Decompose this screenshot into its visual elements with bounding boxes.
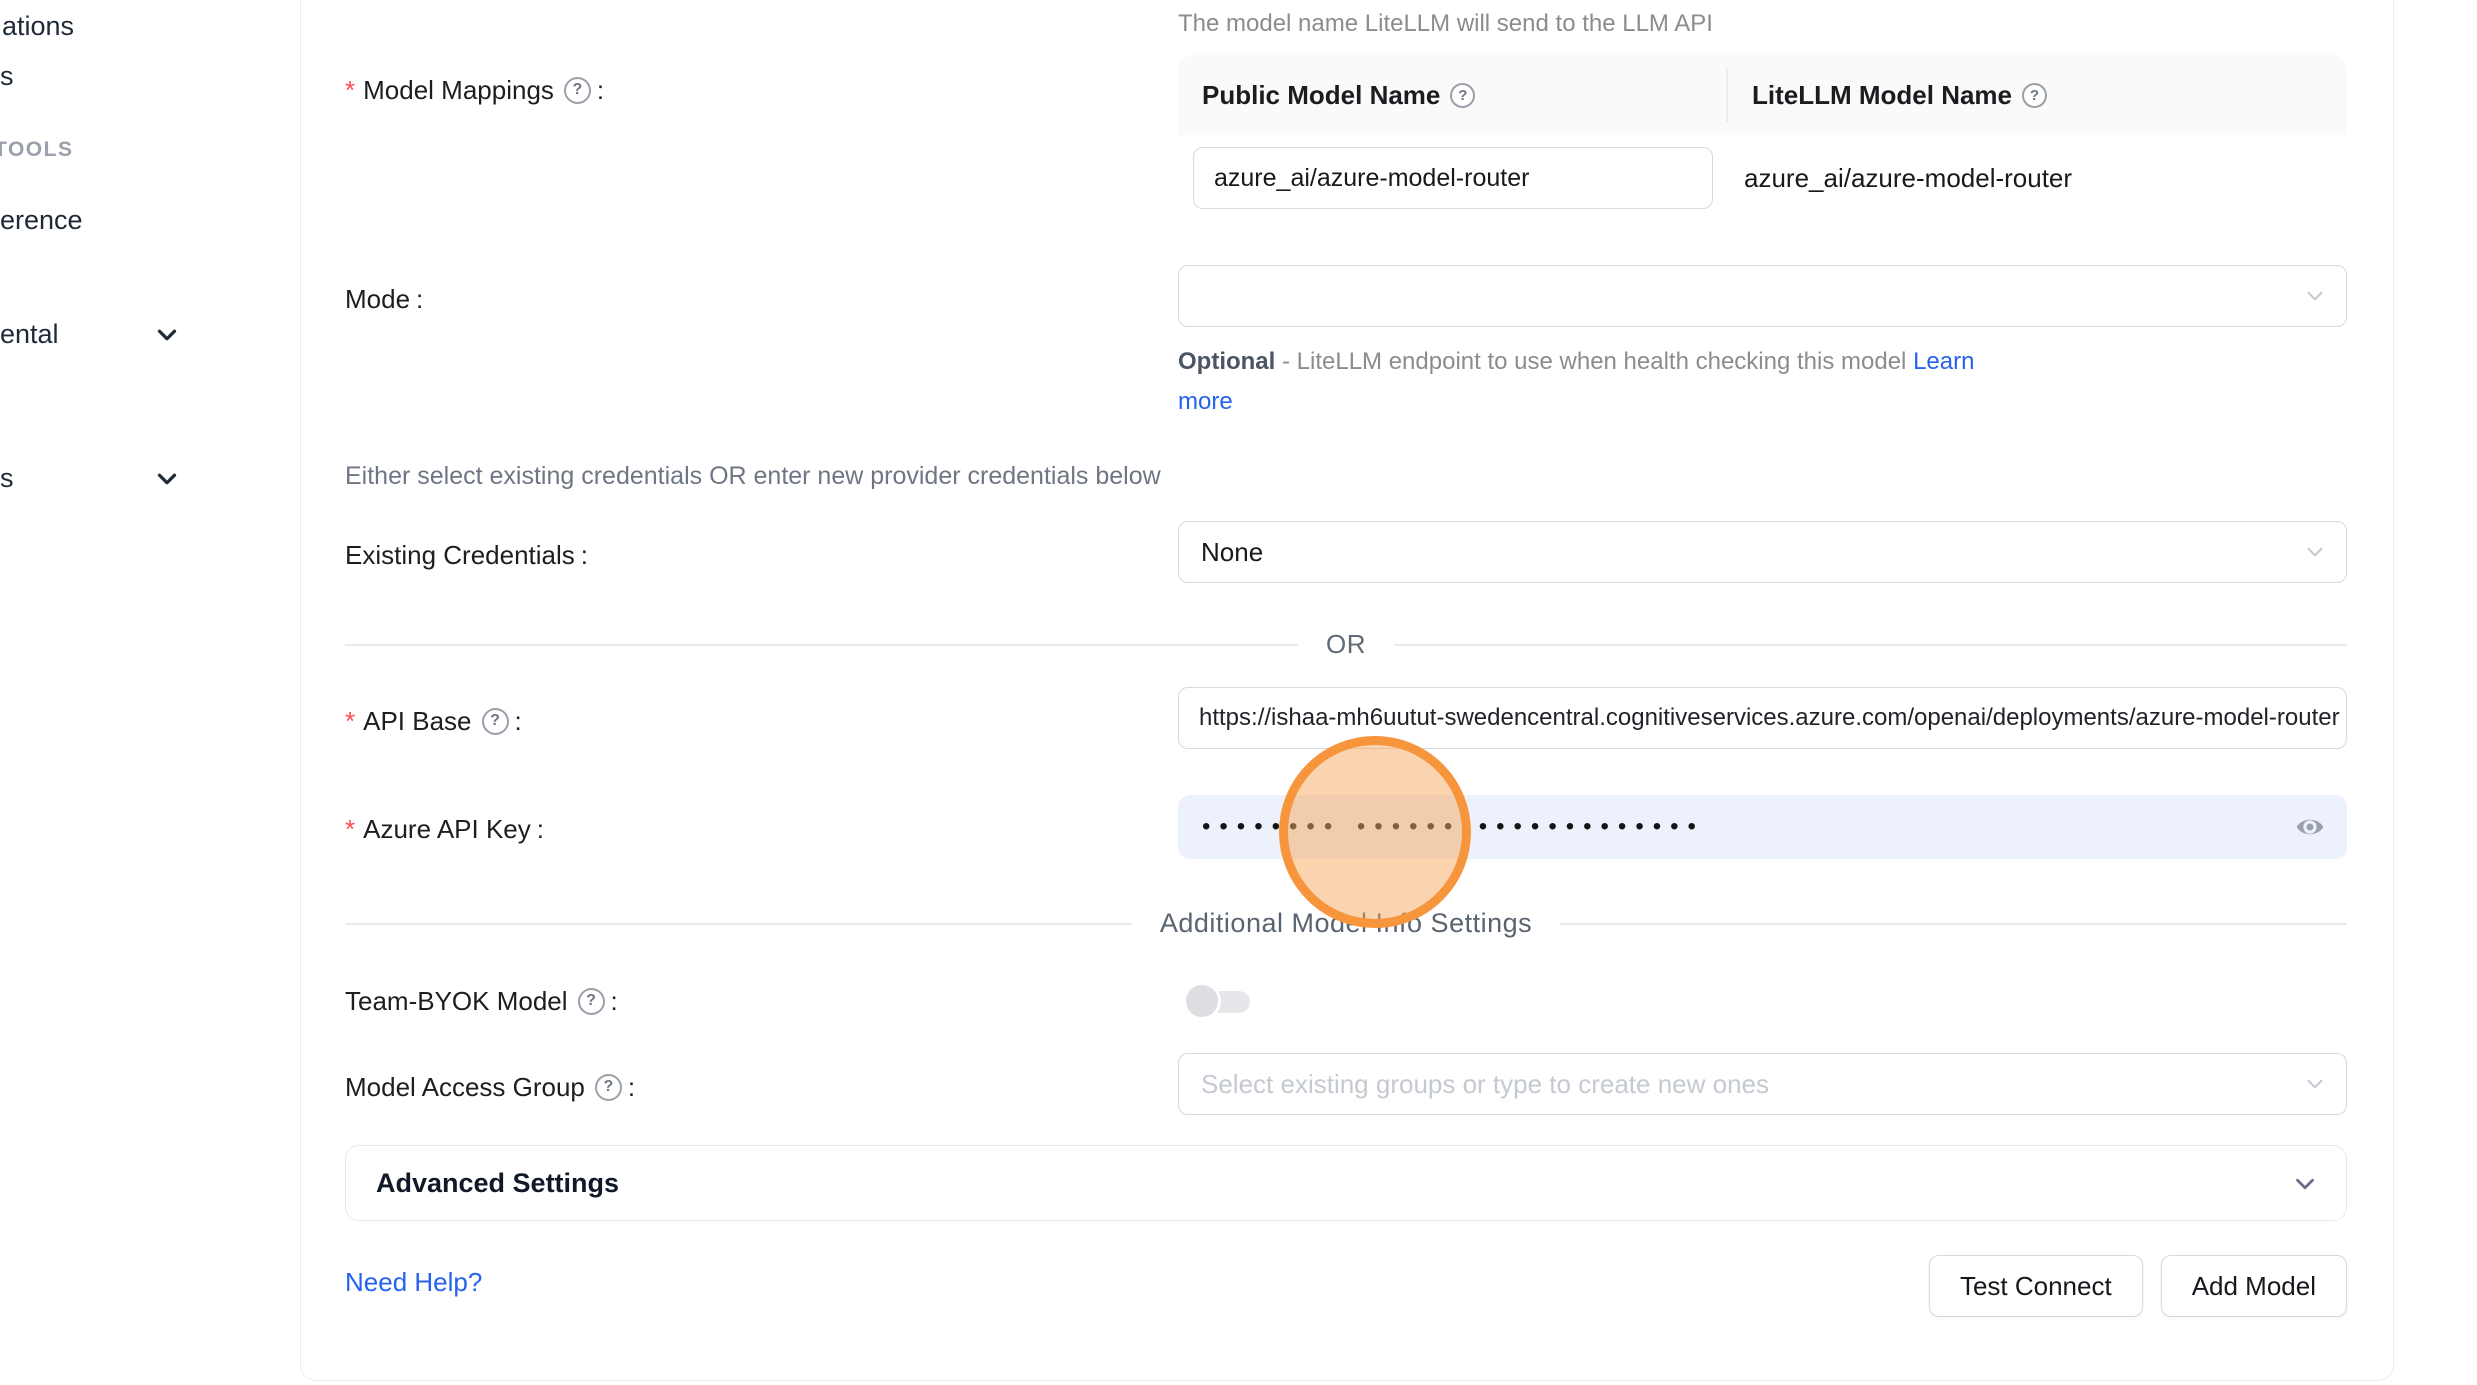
sidebar-item-label: ental [0, 319, 59, 349]
mode-optional-hint: Optional - LiteLLM endpoint to use when … [1178, 342, 1988, 422]
required-asterisk: * [345, 811, 355, 847]
eye-icon[interactable] [2291, 811, 2329, 848]
model-mappings-table: Public Model Name ? LiteLLM Model Name ?… [1178, 55, 2347, 282]
chevron-down-icon [2302, 1071, 2328, 1102]
select-placeholder: Select existing groups or type to create… [1201, 1054, 1769, 1114]
api-base-input[interactable]: https://ishaa-mh6uutut-swedencentral.cog… [1178, 687, 2347, 749]
table-row: azure_ai/azure-model-router [1178, 135, 2347, 282]
model-access-group-select[interactable]: Select existing groups or type to create… [1178, 1053, 2347, 1115]
chevron-down-icon [152, 320, 182, 359]
sidebar-section-label: TOOLS [0, 138, 73, 161]
chevron-down-icon [2302, 283, 2328, 314]
model-mappings-label-text: Model Mappings [363, 72, 554, 108]
existing-credentials-select[interactable]: None [1178, 521, 2347, 583]
api-base-label: * API Base ? : [345, 703, 522, 739]
sidebar-item-settings[interactable]: s [0, 460, 14, 496]
sidebar-section-tools: TOOLS [0, 138, 73, 162]
footer-buttons: Test Connect Add Model [1929, 1255, 2347, 1317]
required-asterisk: * [345, 72, 355, 108]
table-header: Public Model Name ? LiteLLM Model Name ? [1178, 55, 2347, 135]
public-model-name-input[interactable] [1193, 147, 1713, 209]
help-icon[interactable]: ? [578, 988, 605, 1015]
team-byok-label: Team-BYOK Model ? : [345, 983, 618, 1019]
required-asterisk: * [345, 703, 355, 739]
or-divider-text: OR [1326, 629, 1366, 660]
advanced-settings-title: Advanced Settings [376, 1146, 619, 1220]
help-icon[interactable]: ? [2022, 83, 2047, 108]
sidebar: ations s TOOLS erence ental s [0, 0, 300, 1385]
additional-settings-divider-text: Additional Model Info Settings [1160, 908, 1532, 939]
sidebar-item-label: erence [0, 205, 83, 235]
mode-select[interactable] [1178, 265, 2347, 327]
sidebar-item-label: s [0, 463, 14, 493]
sidebar-item-integrations[interactable]: ations [2, 8, 74, 44]
azure-api-key-input[interactable]: •••••••• •••••••••••••••••••• [1178, 795, 2347, 859]
additional-settings-divider: Additional Model Info Settings [345, 908, 2347, 939]
sidebar-item-models[interactable]: s [0, 58, 14, 94]
help-icon[interactable]: ? [564, 77, 591, 104]
credentials-note: Either select existing credentials OR en… [345, 458, 1161, 494]
add-model-page: ations s TOOLS erence ental s The model … [0, 0, 2477, 1385]
column-header-public-model-name: Public Model Name ? [1178, 80, 1726, 111]
chevron-down-icon [2290, 1169, 2320, 1204]
chevron-down-icon [2302, 539, 2328, 570]
sidebar-item-experimental[interactable]: ental [0, 316, 59, 352]
mode-label-text: Mode [345, 281, 410, 317]
azure-api-key-label: * Azure API Key : [345, 811, 544, 847]
help-icon[interactable]: ? [1450, 83, 1475, 108]
advanced-settings-panel[interactable]: Advanced Settings [345, 1145, 2347, 1221]
litellm-model-name-value: azure_ai/azure-model-router [1744, 147, 2072, 209]
help-icon[interactable]: ? [595, 1074, 622, 1101]
add-model-button[interactable]: Add Model [2161, 1255, 2347, 1317]
column-header-litellm-model-name: LiteLLM Model Name ? [1726, 68, 2347, 122]
sidebar-item-label: s [0, 61, 14, 91]
need-help-link[interactable]: Need Help? [345, 1267, 482, 1298]
or-divider: OR [345, 629, 2347, 660]
help-icon[interactable]: ? [482, 708, 509, 735]
model-name-hint: The model name LiteLLM will send to the … [1178, 6, 1713, 42]
chevron-down-icon [152, 464, 182, 503]
mode-label: Mode : [345, 281, 423, 317]
test-connect-button[interactable]: Test Connect [1929, 1255, 2143, 1317]
sidebar-item-label: ations [2, 11, 74, 41]
existing-credentials-label: Existing Credentials : [345, 537, 588, 573]
sidebar-item-inference[interactable]: erence [0, 202, 83, 238]
team-byok-toggle[interactable] [1186, 984, 1252, 1018]
model-access-group-label: Model Access Group ? : [345, 1069, 635, 1105]
model-mappings-label: * Model Mappings ? : [345, 72, 604, 108]
masked-password-value: •••••••• •••••••••••••••••••• [1202, 795, 1705, 859]
